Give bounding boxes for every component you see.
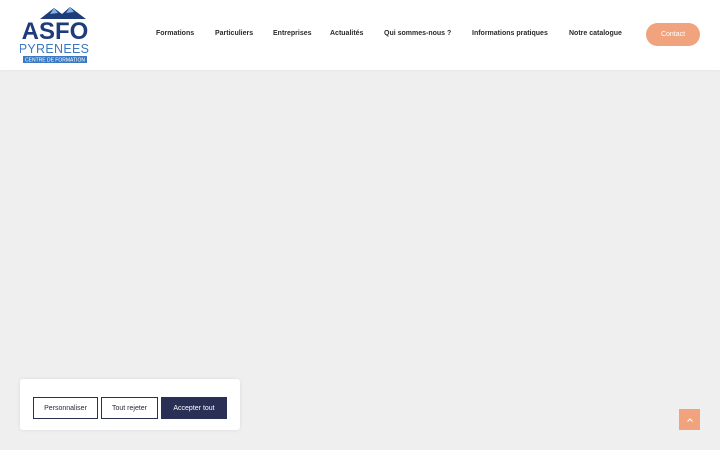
contact-button[interactable]: Contact xyxy=(646,23,700,46)
nav-item-informations-pratiques[interactable]: Informations pratiques xyxy=(472,30,548,37)
nav-item-formations[interactable]: Formations xyxy=(156,30,194,37)
logo-sub-text: PYRENEES xyxy=(20,42,89,56)
nav-item-notre-catalogue[interactable]: Notre catalogue xyxy=(569,30,622,37)
logo-banner-text: CENTRE DE FORMATION xyxy=(25,58,85,64)
nav-item-actualites[interactable]: Actualités xyxy=(330,30,363,37)
cookie-consent-banner: Personnaliser Tout rejeter Accepter tout xyxy=(20,379,240,430)
back-to-top-button[interactable] xyxy=(679,409,700,430)
nav-item-particuliers[interactable]: Particuliers xyxy=(215,30,253,37)
customize-cookies-button[interactable]: Personnaliser xyxy=(33,397,98,419)
nav-item-entreprises[interactable]: Entreprises xyxy=(273,30,312,37)
chevron-up-icon xyxy=(686,417,693,422)
site-header: ASFO PYRENEES CENTRE DE FORMATION Format… xyxy=(0,0,720,70)
accept-all-button[interactable]: Accepter tout xyxy=(161,397,227,419)
asfo-logo-image: ASFO PYRENEES CENTRE DE FORMATION xyxy=(20,7,89,64)
asfo-logo[interactable]: ASFO PYRENEES CENTRE DE FORMATION xyxy=(20,5,90,65)
nav-item-qui-sommes-nous[interactable]: Qui sommes-nous ? xyxy=(384,30,451,37)
logo-main-text: ASFO xyxy=(22,18,89,45)
reject-all-button[interactable]: Tout rejeter xyxy=(101,397,158,419)
